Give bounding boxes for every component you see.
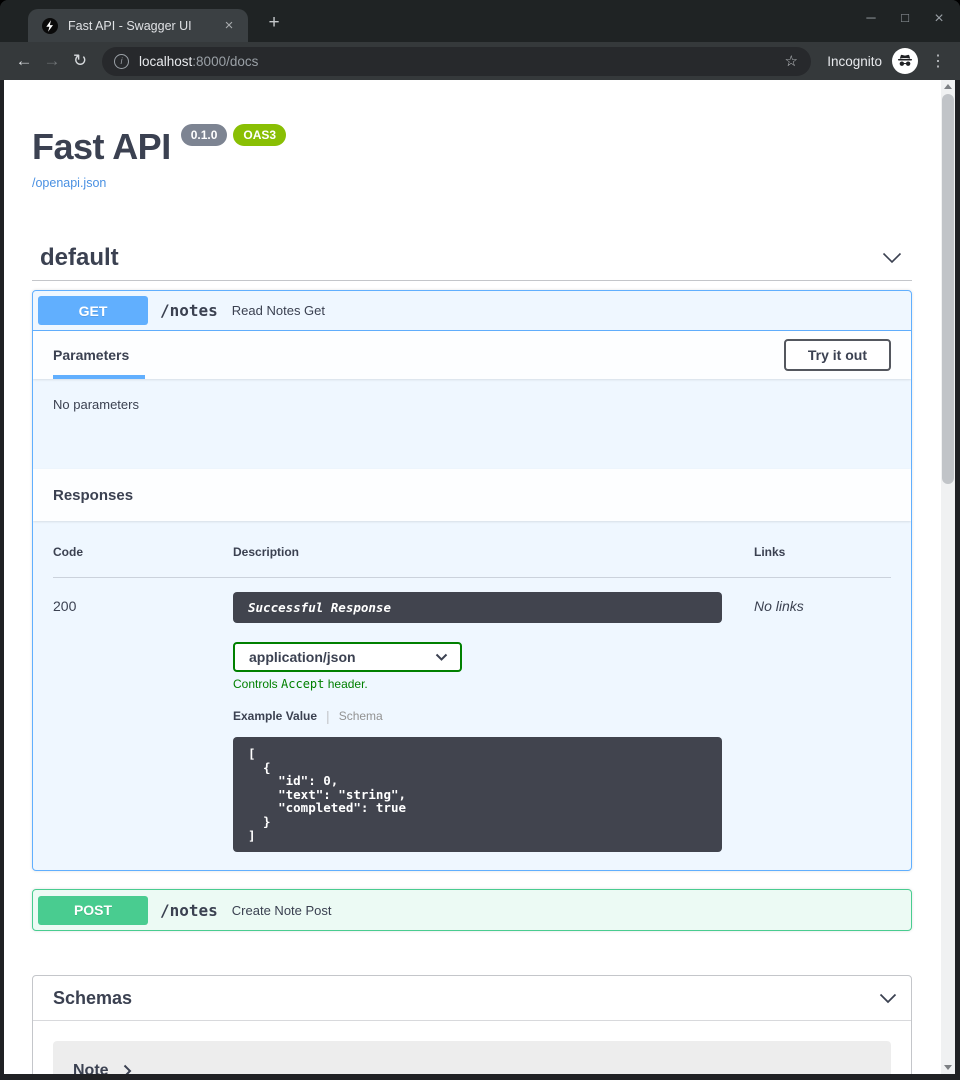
post-notes-path: /notes	[160, 901, 218, 920]
get-notes-summary[interactable]: GET /notes Read Notes Get	[33, 291, 911, 331]
scrollbar-down-arrow[interactable]	[941, 1061, 955, 1074]
browser-tab[interactable]: Fast API - Swagger UI ×	[28, 9, 248, 42]
scrollbar-up-arrow[interactable]	[941, 80, 955, 93]
post-notes-summary[interactable]: POST /notes Create Note Post	[33, 890, 911, 930]
model-name: Note	[73, 1062, 109, 1074]
opblock-get-notes: GET /notes Read Notes Get Parameters Try…	[32, 290, 912, 871]
site-info-icon[interactable]: i	[114, 54, 129, 69]
address-bar[interactable]: i localhost:8000/docs ☆	[102, 47, 811, 76]
example-json-code-block: [ { "id": 0, "text": "string", "complete…	[233, 737, 722, 852]
browser-menu-icon[interactable]: ⋮	[926, 51, 950, 71]
tab-schema[interactable]: Schema	[339, 709, 383, 723]
media-type-select[interactable]: application/json	[233, 642, 462, 672]
minimize-button[interactable]: ─	[862, 10, 880, 28]
browser-toolbar: ← → ↻ i localhost:8000/docs ☆ Incognito …	[0, 42, 960, 80]
chevron-down-icon[interactable]	[879, 993, 897, 1004]
fastapi-favicon-icon	[42, 18, 58, 34]
schemas-title: Schemas	[53, 988, 132, 1009]
response-row-200: 200 Successful Response application/json…	[53, 578, 891, 852]
incognito-label: Incognito	[827, 54, 882, 69]
tab-example-value[interactable]: Example Value	[233, 709, 317, 723]
accept-code: Accept	[281, 677, 324, 691]
tag-section-default[interactable]: default	[32, 244, 912, 281]
tag-title: default	[40, 244, 119, 272]
description-column-header: Description	[233, 545, 754, 559]
response-description-box: Successful Response	[233, 592, 722, 623]
forward-icon[interactable]: →	[38, 51, 66, 71]
try-it-out-button[interactable]: Try it out	[784, 339, 891, 371]
controls-text: Controls	[233, 677, 281, 691]
model-example-tabs: Example Value | Schema	[233, 708, 722, 724]
version-badge: 0.1.0	[181, 124, 228, 146]
media-type-value: application/json	[249, 649, 356, 665]
model-note-row[interactable]: Note	[53, 1041, 891, 1074]
links-column-header: Links	[754, 545, 891, 559]
chevron-right-icon[interactable]	[123, 1064, 132, 1074]
window-controls: ─ □ ×	[862, 10, 948, 28]
responses-table-headers: Code Description Links	[53, 545, 891, 578]
schemas-section: Schemas Note	[32, 975, 912, 1074]
header-text: header.	[324, 677, 367, 691]
new-tab-button[interactable]: +	[262, 11, 286, 35]
url-text: localhost:8000/docs	[139, 54, 781, 69]
chevron-down-icon[interactable]	[882, 252, 902, 264]
back-icon[interactable]: ←	[10, 51, 38, 71]
response-code: 200	[53, 592, 233, 852]
browser-tab-bar: Fast API - Swagger UI × + ─ □ ×	[0, 0, 960, 42]
oas3-badge: OAS3	[233, 124, 286, 146]
page-viewport: Fast API 0.1.0 OAS3 /openapi.json defaul…	[4, 80, 955, 1074]
page-title: Fast API	[32, 126, 171, 168]
get-method-badge: GET	[38, 296, 148, 325]
url-path: :8000/docs	[192, 54, 258, 69]
tab-close-icon[interactable]: ×	[220, 17, 238, 34]
parameters-header: Parameters Try it out	[33, 331, 911, 379]
page-scrollbar[interactable]	[941, 80, 955, 1074]
openapi-spec-link[interactable]: /openapi.json	[32, 176, 106, 190]
incognito-icon[interactable]	[892, 48, 918, 74]
get-notes-path: /notes	[160, 301, 218, 320]
code-column-header: Code	[53, 545, 233, 559]
post-notes-description: Create Note Post	[232, 903, 332, 918]
responses-header: Responses	[33, 469, 911, 521]
close-button[interactable]: ×	[930, 10, 948, 28]
schemas-header[interactable]: Schemas	[33, 976, 911, 1021]
chevron-down-icon	[435, 653, 448, 661]
active-tab-underline	[53, 375, 145, 379]
opblock-post-notes: POST /notes Create Note Post	[32, 889, 912, 931]
parameters-title: Parameters	[53, 347, 129, 363]
scrollbar-thumb[interactable]	[942, 94, 954, 484]
tab-title: Fast API - Swagger UI	[68, 19, 220, 33]
response-links: No links	[754, 592, 891, 852]
reload-icon[interactable]: ↻	[66, 51, 94, 71]
api-header: Fast API 0.1.0 OAS3	[32, 80, 912, 168]
controls-accept-message: Controls Accept header.	[233, 677, 722, 691]
tab-separator: |	[326, 708, 330, 724]
responses-table: Code Description Links 200 Successful Re…	[33, 521, 911, 870]
get-notes-description: Read Notes Get	[232, 303, 325, 318]
swagger-ui-page: Fast API 0.1.0 OAS3 /openapi.json defaul…	[4, 80, 941, 1074]
maximize-button[interactable]: □	[896, 10, 914, 28]
no-parameters-text: No parameters	[33, 379, 911, 469]
schemas-body: Note	[33, 1021, 911, 1074]
tab-parameters[interactable]: Parameters	[53, 331, 129, 379]
url-host: localhost	[139, 54, 192, 69]
bookmark-star-icon[interactable]: ☆	[781, 52, 801, 70]
post-method-badge: POST	[38, 896, 148, 925]
browser-window: Fast API - Swagger UI × + ─ □ × ← → ↻ i …	[0, 0, 960, 1080]
